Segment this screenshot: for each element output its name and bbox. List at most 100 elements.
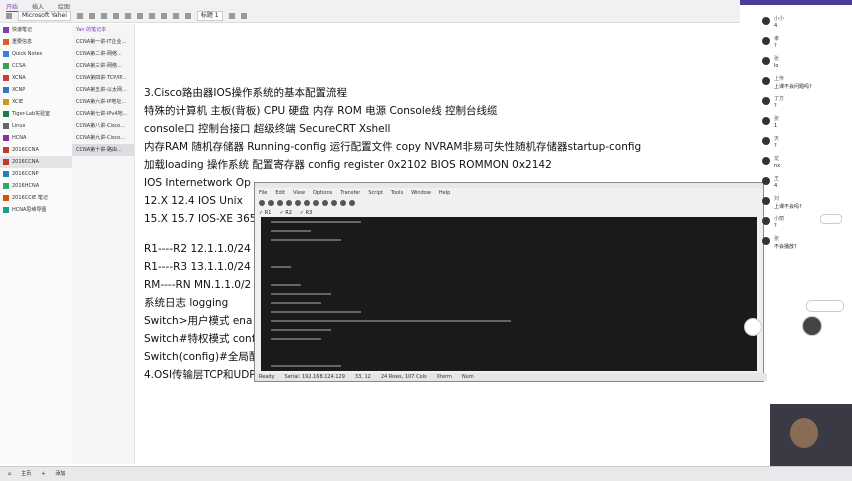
font-color-icon[interactable]: [124, 13, 131, 19]
notebook-item[interactable]: 重要信息: [0, 36, 72, 48]
highlight-icon[interactable]: [112, 13, 119, 19]
underline-icon[interactable]: [100, 13, 107, 19]
notebook-label: Tiger-Lab实验室: [12, 111, 51, 117]
tag-icon[interactable]: [228, 13, 235, 19]
indent-icon[interactable]: [160, 13, 167, 19]
notebook-item[interactable]: HCNA: [0, 132, 72, 144]
notebook-item[interactable]: XCNP: [0, 84, 72, 96]
style-select[interactable]: 标题 1: [196, 11, 223, 21]
notebook-item[interactable]: Linux: [0, 120, 72, 132]
chat-text: ?: [774, 223, 777, 229]
notebook-item[interactable]: 2016CCNA: [0, 156, 72, 168]
key-icon[interactable]: [340, 200, 346, 206]
disconnect-icon[interactable]: [286, 200, 292, 206]
notebook-item[interactable]: XCIE: [0, 96, 72, 108]
notebook-color-icon: [3, 147, 9, 153]
chat-avatar: [762, 137, 770, 145]
section-item[interactable]: CCNA第三讲-网络...: [72, 60, 134, 72]
section-item[interactable]: CCNA第二讲-网络...: [72, 48, 134, 60]
notebook-label: 2016CCNA: [12, 159, 39, 165]
notebook-label: 2016CCNP: [12, 171, 39, 177]
notebook-item[interactable]: 2016CCIE 笔记: [0, 192, 72, 204]
section-item[interactable]: CCNA第五讲-以太网...: [72, 84, 134, 96]
bold-icon[interactable]: [76, 13, 83, 19]
notebook-item[interactable]: 快速笔记: [0, 24, 72, 36]
window-top-strip: [740, 0, 852, 5]
user-avatar[interactable]: [802, 316, 822, 336]
notebook-item[interactable]: CCSA: [0, 60, 72, 72]
clipboard-icon[interactable]: [6, 13, 12, 19]
todo-icon[interactable]: [240, 13, 247, 19]
terminal-status-item: Num: [461, 374, 474, 380]
clear-format-icon[interactable]: [184, 13, 191, 19]
notebook-item[interactable]: Quick Notes: [0, 48, 72, 60]
notebook-item[interactable]: Tiger-Lab实验室: [0, 108, 72, 120]
chat-avatar: [762, 157, 770, 165]
reconnect-icon[interactable]: [277, 200, 283, 206]
terminal-menu-item[interactable]: Edit: [275, 190, 285, 196]
help-icon[interactable]: [349, 200, 355, 206]
paste-icon[interactable]: [304, 200, 310, 206]
notebook-item[interactable]: 2016CCNP: [0, 168, 72, 180]
section-item[interactable]: CCNA第七讲-IPv4地...: [72, 108, 134, 120]
copy-icon[interactable]: [295, 200, 301, 206]
notebook-color-icon: [3, 87, 9, 93]
section-item[interactable]: CCNA第一讲-IT企业...: [72, 36, 134, 48]
chat-name: 张: [774, 116, 780, 122]
notebook-color-icon: [3, 27, 9, 33]
terminal-text-blur: [271, 328, 331, 331]
terminal-menu-item[interactable]: View: [293, 190, 305, 196]
notebook-item[interactable]: XCNA: [0, 72, 72, 84]
section-item[interactable]: CCNA第六讲-IP地址...: [72, 96, 134, 108]
chat-message: 王4: [758, 174, 852, 194]
notebook-item[interactable]: 2016CCNA: [0, 144, 72, 156]
terminal-menu-item[interactable]: Options: [313, 190, 332, 196]
terminal-menu-item[interactable]: Script: [368, 190, 383, 196]
notebook-item[interactable]: HCNA思维导图: [0, 204, 72, 216]
taskbar-item-home[interactable]: 主页: [21, 470, 31, 477]
tab-r1[interactable]: ✓ R1: [259, 210, 271, 216]
notebook-color-icon: [3, 183, 9, 189]
terminal-status-item: Ready: [259, 374, 275, 380]
terminal-menu-item[interactable]: Transfer: [340, 190, 360, 196]
tab-r2[interactable]: ✓ R2: [279, 210, 291, 216]
chat-name: 张: [774, 56, 780, 62]
align-icon[interactable]: [172, 13, 179, 19]
connect-icon[interactable]: [259, 200, 265, 206]
securecrt-window[interactable]: File Edit View Options Transfer Script Tools Wi…: [254, 182, 767, 382]
notebook-item[interactable]: 2016HCNA: [0, 180, 72, 192]
taskbar-item-add[interactable]: 添加: [55, 470, 65, 477]
section-item[interactable]: CCNA第十讲-路由...: [72, 144, 134, 156]
add-icon[interactable]: +: [41, 471, 45, 477]
home-icon[interactable]: ⌂: [8, 471, 11, 477]
notebook-color-icon: [3, 123, 9, 129]
font-select[interactable]: Microsoft Yahei: [18, 11, 71, 21]
chat-message: 刘上课不会吗?: [758, 194, 852, 214]
float-button-1[interactable]: [806, 300, 844, 312]
bullets-icon[interactable]: [136, 13, 143, 19]
section-item[interactable]: CCNA第九讲-Cisco...: [72, 132, 134, 144]
terminal-screen[interactable]: [261, 217, 757, 371]
print-icon[interactable]: [322, 200, 328, 206]
italic-icon[interactable]: [88, 13, 95, 19]
find-icon[interactable]: [313, 200, 319, 206]
presenter-face: [790, 418, 818, 448]
section-item[interactable]: CCNA第八讲-Cisco...: [72, 120, 134, 132]
chat-name: 张: [774, 236, 780, 242]
section-item[interactable]: CCNA第四讲-TCP/IP...: [72, 72, 134, 84]
chat-text: nx: [774, 163, 781, 169]
numbering-icon[interactable]: [148, 13, 155, 19]
chat-text: 上课不会问题吗?: [774, 84, 812, 90]
terminal-text-blur: [271, 265, 291, 268]
terminal-menu-item[interactable]: File: [259, 190, 267, 196]
terminal-menu-item[interactable]: Help: [439, 190, 450, 196]
chat-avatar: [762, 117, 770, 125]
terminal-menu-item[interactable]: Tools: [391, 190, 403, 196]
chat-bubble-icon[interactable]: [744, 318, 762, 336]
tab-r3[interactable]: ✓ R3: [300, 210, 312, 216]
terminal-menu-item[interactable]: Window: [411, 190, 431, 196]
quick-connect-icon[interactable]: [268, 200, 274, 206]
settings-icon[interactable]: [331, 200, 337, 206]
float-button-2[interactable]: [820, 214, 842, 224]
